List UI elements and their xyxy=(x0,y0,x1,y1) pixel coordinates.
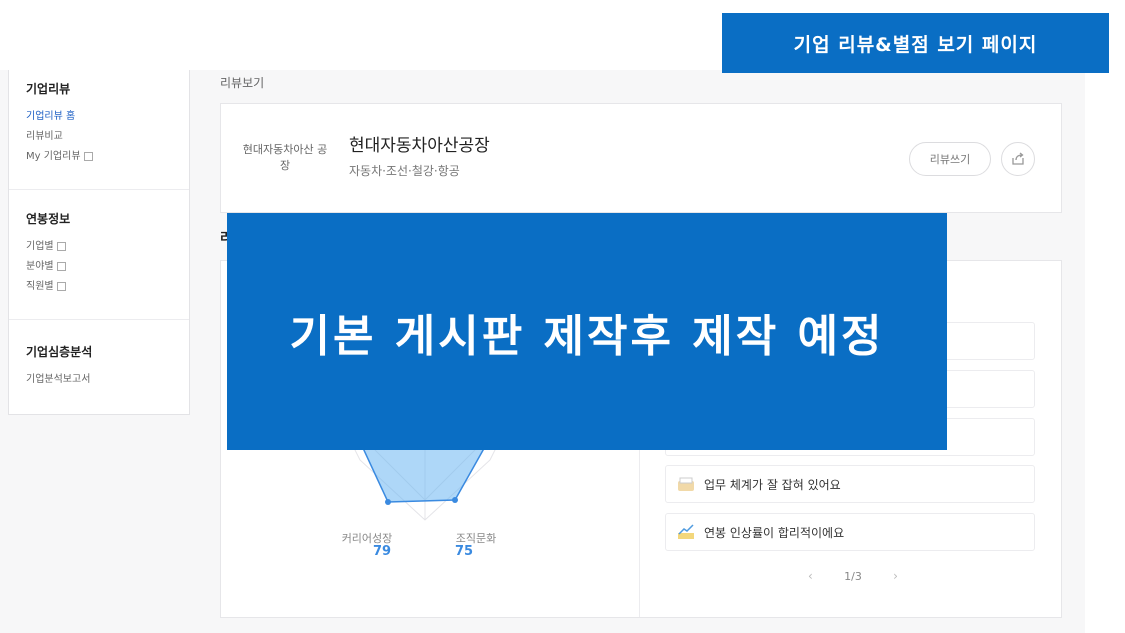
sidebar-item-review-compare[interactable]: 리뷰비교 xyxy=(26,127,189,147)
tag-text: 업무 체계가 잘 잡혀 있어요 xyxy=(704,477,841,492)
write-review-button[interactable]: 리뷰쓰기 xyxy=(909,142,991,176)
sidebar-item-by-field[interactable]: 분야별 xyxy=(26,257,189,277)
sidebar-item-label: 기업분석보고서 xyxy=(26,374,91,385)
page-banner: 기업 리뷰&별점 보기 페이지 xyxy=(722,13,1109,73)
radar-point xyxy=(385,499,391,505)
sidebar-item-by-company[interactable]: 기업별 xyxy=(26,237,189,257)
external-link-icon xyxy=(56,261,66,271)
sidebar-item-by-employee[interactable]: 직원별 xyxy=(26,277,189,297)
sidebar-item-label: 분야별 xyxy=(26,261,54,272)
tag-text: 연봉 인상률이 합리적이에요 xyxy=(704,525,845,540)
share-icon xyxy=(1012,152,1024,165)
sidebar-divider xyxy=(9,319,189,320)
share-button[interactable] xyxy=(1001,142,1035,176)
sidebar-item-label: 기업리뷰 홈 xyxy=(26,111,76,122)
tag-box-work-system: 업무 체계가 잘 잡혀 있어요 xyxy=(665,465,1035,503)
sidebar-item-label: 리뷰비교 xyxy=(26,131,63,142)
sidebar-item-analysis-report[interactable]: 기업분석보고서 xyxy=(26,370,189,390)
sidebar-item-my-review[interactable]: My 기업리뷰 xyxy=(26,147,189,167)
radar-value-culture: 75 xyxy=(454,544,474,559)
tray-icon xyxy=(678,477,694,491)
external-link-icon xyxy=(56,281,66,291)
tag-box-salary-raise: 연봉 인상률이 합리적이에요 xyxy=(665,513,1035,551)
right-margin xyxy=(1085,70,1125,633)
sidebar-item-label: 직원별 xyxy=(26,281,54,292)
external-link-icon xyxy=(83,151,93,161)
sidebar-item-review-home[interactable]: 기업리뷰 홈 xyxy=(26,107,189,127)
sidebar-section-title: 기업심층분석 xyxy=(26,345,93,359)
sidebar-section-company-review: 기업리뷰 기업리뷰 홈 리뷰비교 My 기업리뷰 xyxy=(9,80,189,167)
overlay-notice: 기본 게시판 제작후 제작 예정 xyxy=(227,213,947,450)
page-indicator: 1/3 xyxy=(844,569,862,583)
company-logo: 현대자동차아산 공장 xyxy=(242,143,328,172)
sidebar-item-label: 기업별 xyxy=(26,241,54,252)
sidebar-divider xyxy=(9,189,189,190)
radar-value-career: 79 xyxy=(372,544,392,559)
sidebar-section-title: 기업리뷰 xyxy=(26,82,71,96)
pagination: ‹ 1/3 › xyxy=(808,566,898,586)
sidebar-section-salary: 연봉정보 기업별 분야별 직원별 xyxy=(9,210,189,297)
prev-page-icon[interactable]: ‹ xyxy=(808,569,813,583)
sidebar: 기업리뷰 기업리뷰 홈 리뷰비교 My 기업리뷰 연봉정보 기업별 분야별 직원… xyxy=(8,70,190,415)
next-page-icon[interactable]: › xyxy=(893,569,898,583)
growth-chart-icon xyxy=(678,524,694,539)
company-industry: 자동차·조선·철강·항공 xyxy=(349,164,460,178)
external-link-icon xyxy=(56,241,66,251)
section-title: 리뷰보기 xyxy=(220,76,265,90)
company-name: 현대자동차아산공장 xyxy=(349,136,490,156)
sidebar-section-title: 연봉정보 xyxy=(26,212,71,226)
sidebar-item-label: My 기업리뷰 xyxy=(26,151,81,162)
radar-point xyxy=(452,497,458,503)
company-card: 현대자동차아산 공장 현대자동차아산공장 자동차·조선·철강·항공 리뷰쓰기 xyxy=(220,103,1062,213)
sidebar-section-analysis: 기업심층분석 기업분석보고서 xyxy=(9,343,189,390)
